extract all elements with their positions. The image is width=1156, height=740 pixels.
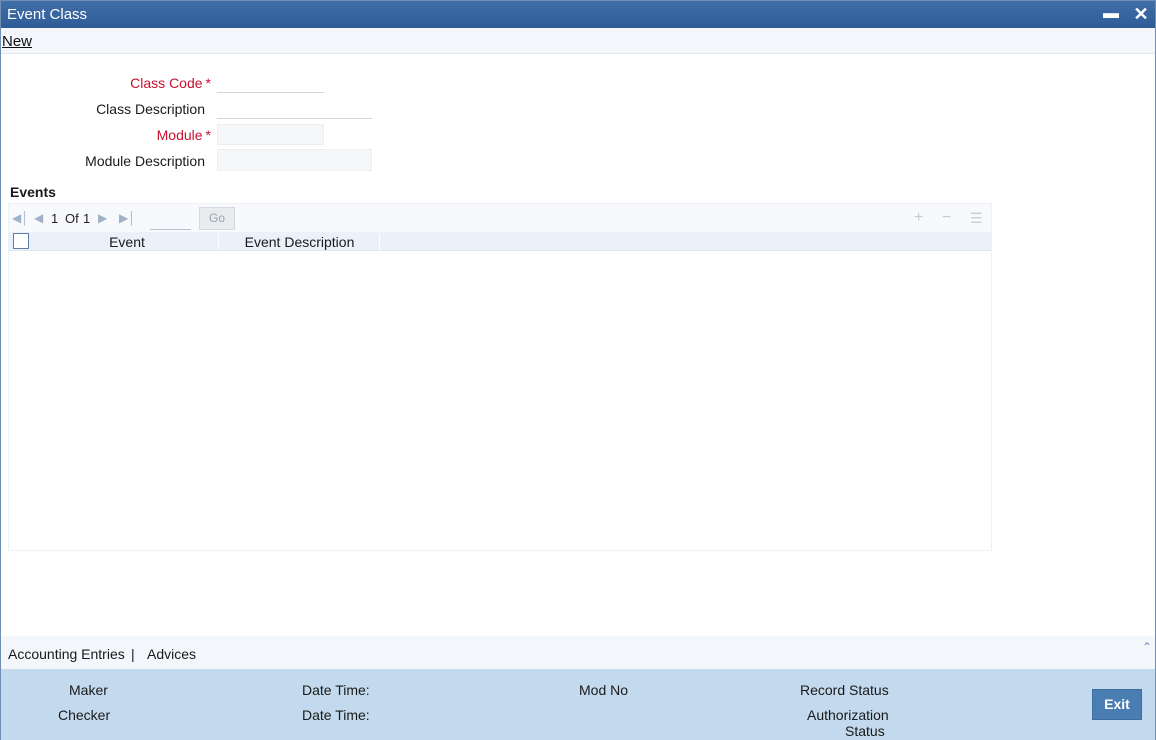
record-status-label: Record Status (800, 682, 889, 698)
select-all-checkbox[interactable] (13, 233, 29, 249)
module-description-label: Module Description (85, 153, 205, 169)
audit-footer: Maker Checker Date Time: Date Time: Mod … (1, 669, 1155, 740)
events-grid: ◀│ ◀ 1 Of 1 ▶ ▶│ Go + − ☰ Event Event De… (8, 203, 992, 551)
module-label: Module * (156, 127, 211, 143)
new-link[interactable]: New (2, 33, 32, 50)
go-button[interactable]: Go (199, 207, 235, 230)
authorization-label: Authorization (807, 707, 889, 723)
column-header-event-description[interactable]: Event Description (220, 234, 380, 250)
tab-advices[interactable]: Advices (147, 646, 196, 662)
subsystem-tab-bar: Accounting Entries | Advices ⌃ (1, 636, 1155, 669)
mod-no-label: Mod No (579, 682, 629, 698)
add-row-icon[interactable]: + (914, 209, 923, 227)
grid-toolbar: ◀│ ◀ 1 Of 1 ▶ ▶│ Go + − ☰ (9, 204, 991, 232)
delete-row-icon[interactable]: − (942, 209, 951, 227)
authorization-status-label: Status (845, 723, 885, 739)
close-icon[interactable]: ✕ (1131, 4, 1151, 24)
minimize-icon[interactable]: ▬ (1101, 4, 1121, 24)
first-page-icon[interactable]: ◀│ (12, 211, 29, 225)
maker-label: Maker (69, 682, 108, 698)
module-description-input (217, 149, 372, 171)
current-page: 1 (51, 211, 59, 226)
maker-date-time-label: Date Time: (302, 682, 370, 698)
class-code-label: Class Code * (130, 75, 211, 91)
tab-accounting-entries[interactable]: Accounting Entries (8, 646, 125, 662)
page-number-input[interactable] (150, 208, 191, 230)
events-section-title: Events (10, 184, 56, 200)
next-page-icon[interactable]: ▶ (98, 211, 107, 225)
class-description-label: Class Description (96, 101, 205, 117)
event-class-window: Event Class ▬ ✕ New Class Code * Class De… (0, 0, 1156, 740)
checker-label: Checker (58, 707, 111, 723)
grid-header: Event Event Description (9, 232, 991, 251)
prev-page-icon[interactable]: ◀ (34, 211, 43, 225)
tab-separator: | (131, 646, 135, 662)
menu-bar: New (1, 28, 1155, 54)
single-view-icon[interactable]: ☰ (970, 210, 983, 227)
chevron-up-icon[interactable]: ⌃ (1142, 640, 1152, 654)
page-of-label: Of (65, 211, 79, 226)
exit-button[interactable]: Exit (1092, 689, 1142, 720)
window-title: Event Class (7, 6, 88, 23)
checker-date-time-label: Date Time: (302, 707, 370, 723)
column-header-event[interactable]: Event (36, 234, 219, 250)
title-bar: Event Class ▬ ✕ (1, 1, 1155, 28)
class-description-input[interactable] (217, 99, 372, 119)
class-code-input[interactable] (217, 73, 324, 93)
total-pages: 1 (83, 211, 91, 226)
module-input[interactable] (217, 124, 324, 145)
last-page-icon[interactable]: ▶│ (119, 211, 136, 225)
